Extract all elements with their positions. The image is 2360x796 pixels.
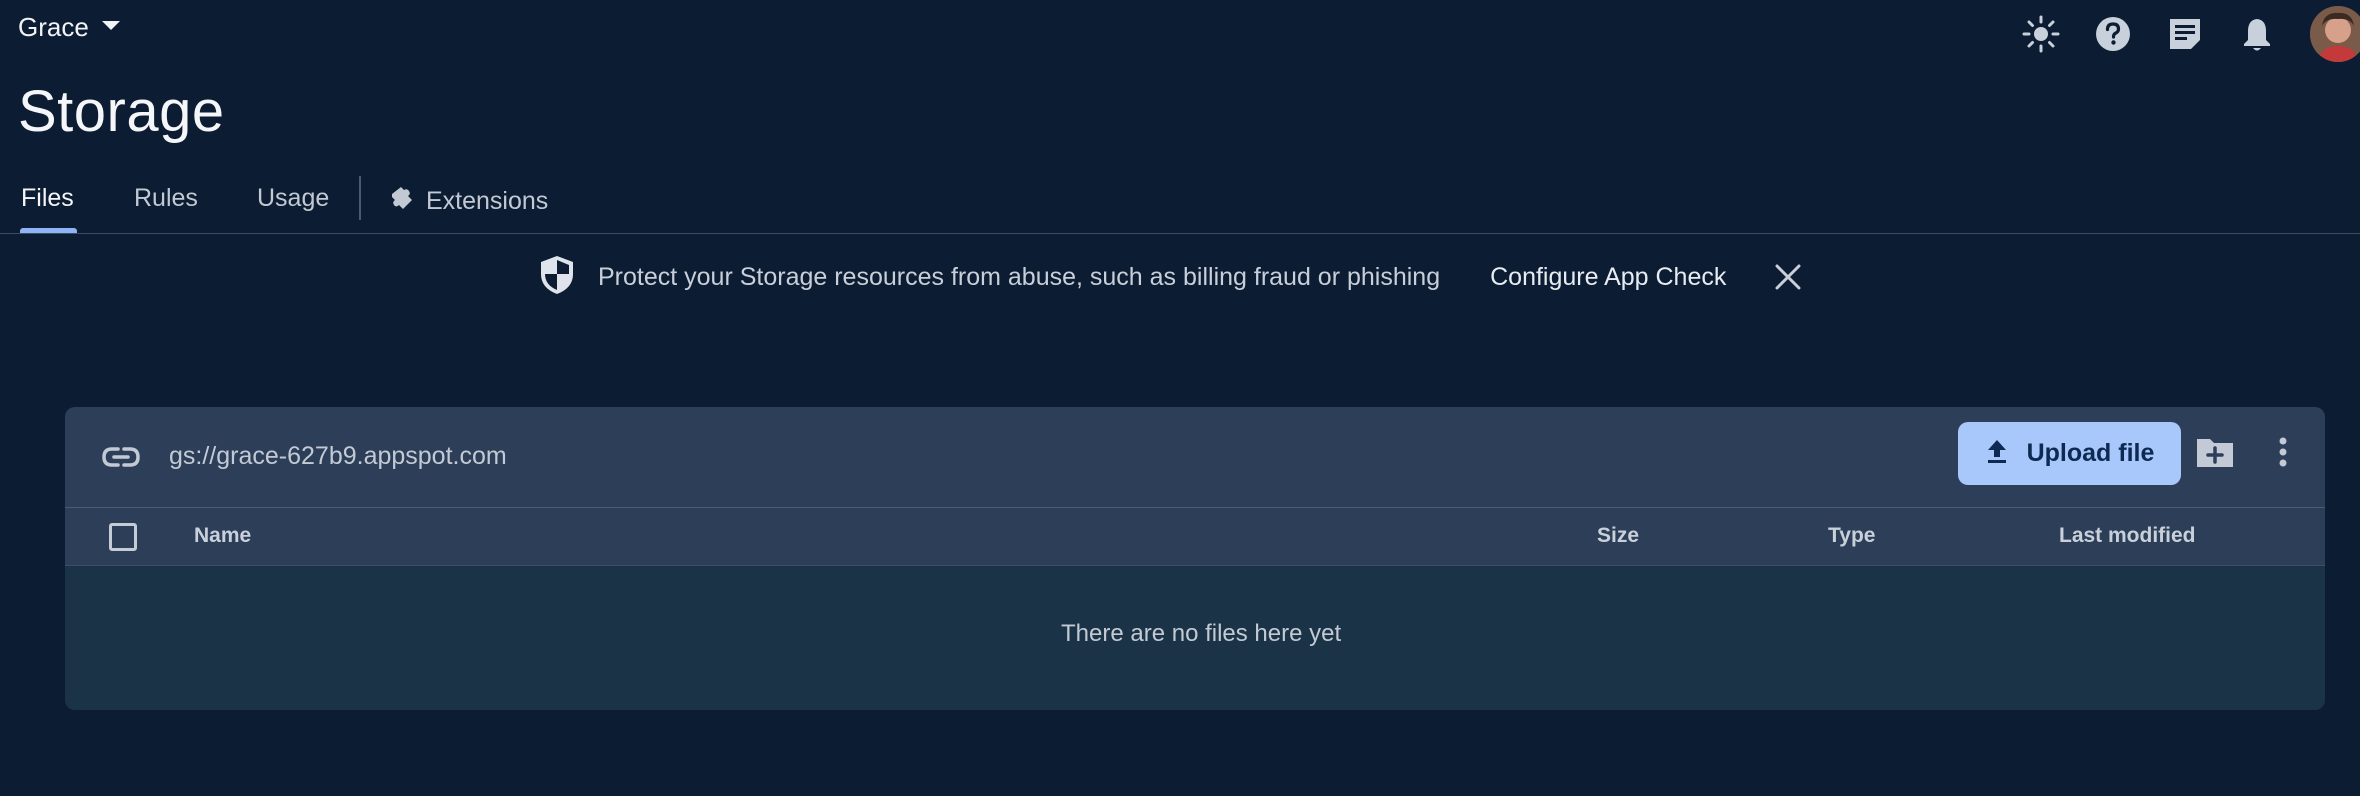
help-icon[interactable]	[2090, 11, 2136, 57]
notifications-icon[interactable]	[2234, 11, 2280, 57]
tab-bar: Files Rules Usage Extensions	[0, 172, 2360, 234]
upload-file-label: Upload file	[2026, 439, 2155, 467]
tab-extensions-label: Extensions	[426, 187, 549, 215]
empty-state-message: There are no files here yet	[1061, 620, 1342, 647]
select-all-checkbox[interactable]	[109, 523, 137, 551]
tab-rules[interactable]: Rules	[134, 184, 198, 213]
top-bar: Grace	[0, 0, 2360, 62]
page-title: Storage	[18, 79, 225, 144]
banner-message: Protect your Storage resources from abus…	[598, 262, 1441, 291]
file-list: There are no files here yet	[65, 567, 2325, 710]
project-name: Grace	[18, 12, 89, 42]
close-icon[interactable]	[1774, 263, 1802, 291]
column-header-last-modified[interactable]: Last modified	[2059, 524, 2196, 548]
app-check-banner: Protect your Storage resources from abus…	[538, 254, 1802, 301]
extensions-icon	[388, 184, 416, 219]
configure-app-check-link[interactable]: Configure App Check	[1490, 263, 1726, 292]
upload-file-button[interactable]: Upload file	[1958, 422, 2181, 485]
bucket-url: gs://grace-627b9.appspot.com	[169, 442, 507, 470]
top-icons	[2018, 6, 2360, 62]
link-icon[interactable]	[101, 439, 141, 480]
column-header-name[interactable]: Name	[194, 524, 251, 548]
tab-files[interactable]: Files	[21, 184, 74, 213]
tab-usage[interactable]: Usage	[257, 184, 329, 213]
active-tab-indicator	[20, 228, 77, 233]
column-header-size[interactable]: Size	[1597, 524, 1639, 548]
project-selector[interactable]: Grace	[18, 12, 121, 43]
theme-toggle-icon[interactable]	[2018, 11, 2064, 57]
storage-browser: gs://grace-627b9.appspot.com Upload file	[65, 407, 2325, 710]
upload-icon	[1985, 438, 2009, 469]
more-options-icon[interactable]	[2275, 434, 2291, 475]
bucket-toolbar: gs://grace-627b9.appspot.com Upload file	[65, 407, 2325, 508]
table-header: Name Size Type Last modified	[65, 508, 2325, 566]
feedback-icon[interactable]	[2162, 11, 2208, 57]
shield-icon	[538, 254, 576, 301]
user-avatar[interactable]	[2310, 6, 2360, 62]
column-header-type[interactable]: Type	[1828, 524, 1875, 548]
dropdown-arrow-icon	[101, 19, 121, 37]
tab-divider	[359, 176, 361, 220]
tab-extensions[interactable]: Extensions	[388, 184, 548, 219]
create-folder-icon[interactable]	[2195, 434, 2235, 475]
